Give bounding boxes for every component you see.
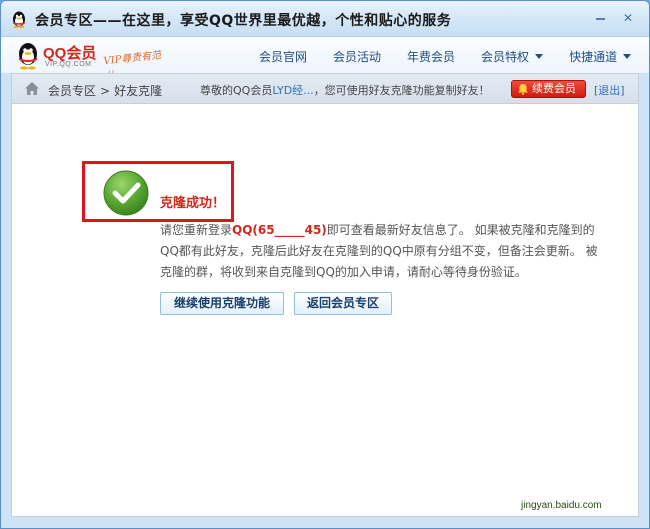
nav-item-label: 会员活动 (333, 50, 382, 64)
back-to-vip-button[interactable]: 返回会员专区 (294, 292, 392, 315)
continue-clone-button[interactable]: 继续使用克隆功能 (160, 292, 284, 315)
top-nav: QQ会员 VIP.QQ.COM VIP尊贵有范儿 会员官网 会员活动 年费会员 … (1, 37, 649, 82)
breadcrumb-root[interactable]: 会员专区 (48, 84, 96, 98)
info-bar: 会员专区 > 好友克隆 尊敬的QQ会员LYD经...，您可使用好友克隆功能复制好友！… (11, 73, 639, 103)
nav-item-label: 快捷通道 (569, 50, 618, 64)
desc-prefix: 请您重新登录 (160, 223, 233, 237)
breadcrumb: 会员专区 > 好友克隆 (48, 82, 162, 99)
watermark-brand: Baidu (496, 466, 553, 491)
qq-number: QQ(65_____45) (232, 223, 327, 237)
chevron-down-icon (623, 54, 632, 59)
minimize-button[interactable] (591, 11, 609, 25)
bell-icon (518, 84, 528, 95)
nav-item-privileges[interactable]: 会员特权 (481, 48, 544, 65)
watermark-suffix: 经验 (554, 474, 581, 489)
qq-vip-logo[interactable]: QQ会员 VIP.QQ.COM VIP尊贵有范儿 (15, 41, 165, 82)
window-title: 会员专区——在这里，享受QQ世界里最优越，个性和贴心的服务 (35, 13, 452, 29)
baidu-watermark: Baidu 经验 jingyan.baidu.com (496, 466, 602, 511)
nav-item-annual-member[interactable]: 年费会员 (407, 48, 455, 65)
title-bar[interactable]: 会员专区——在这里，享受QQ世界里最优越，个性和贴心的服务 ✕ (1, 1, 649, 37)
watermark-url: jingyan.baidu.com (521, 500, 602, 511)
renew-membership-button[interactable]: 续费会员 (511, 80, 586, 98)
logout-link[interactable]: [退出] (594, 82, 625, 98)
success-description: 请您重新登录QQ(65_____45)即可查看最新好友信息了。 如果被克隆和克隆… (160, 220, 600, 283)
minimize-icon (595, 18, 605, 20)
nav-menu: 会员官网 会员活动 年费会员 会员特权 快捷通道 (259, 48, 649, 65)
nav-item-label: 会员特权 (481, 50, 530, 64)
breadcrumb-current: 好友克隆 (114, 84, 163, 98)
greeting-suffix: ，您可使用好友克隆功能复制好友！ (313, 84, 490, 97)
greeting-prefix: 尊敬的QQ会员 (200, 84, 273, 97)
greeting-username: LYD经... (272, 84, 314, 97)
close-button[interactable]: ✕ (619, 11, 637, 25)
nav-item-official-site[interactable]: 会员官网 (259, 48, 307, 65)
renew-label: 续费会员 (532, 82, 576, 95)
greeting-text: 尊敬的QQ会员LYD经...，您可使用好友克隆功能复制好友！ (200, 82, 490, 98)
success-title: 克隆成功！ (160, 196, 226, 211)
main-panel: 克隆成功！ 请您重新登录QQ(65_____45)即可查看最新好友信息了。 如果… (11, 103, 639, 517)
logo-url: VIP.QQ.COM (45, 61, 92, 68)
qq-penguin-logo-icon (19, 43, 37, 70)
logo-text: QQ会员 (43, 45, 97, 62)
close-icon: ✕ (622, 11, 634, 25)
nav-item-label: 年费会员 (407, 50, 456, 64)
nav-item-activities[interactable]: 会员活动 (333, 48, 381, 65)
nav-item-shortcuts[interactable]: 快捷通道 (569, 48, 632, 65)
home-icon[interactable] (24, 81, 40, 96)
qq-penguin-icon (13, 11, 25, 28)
chevron-down-icon (535, 54, 544, 59)
breadcrumb-separator: > (100, 84, 111, 98)
success-check-icon (103, 170, 149, 216)
qq-vip-window: 会员专区——在这里，享受QQ世界里最优越，个性和贴心的服务 ✕ QQ会员 VIP… (0, 0, 650, 529)
nav-item-label: 会员官网 (259, 50, 308, 64)
